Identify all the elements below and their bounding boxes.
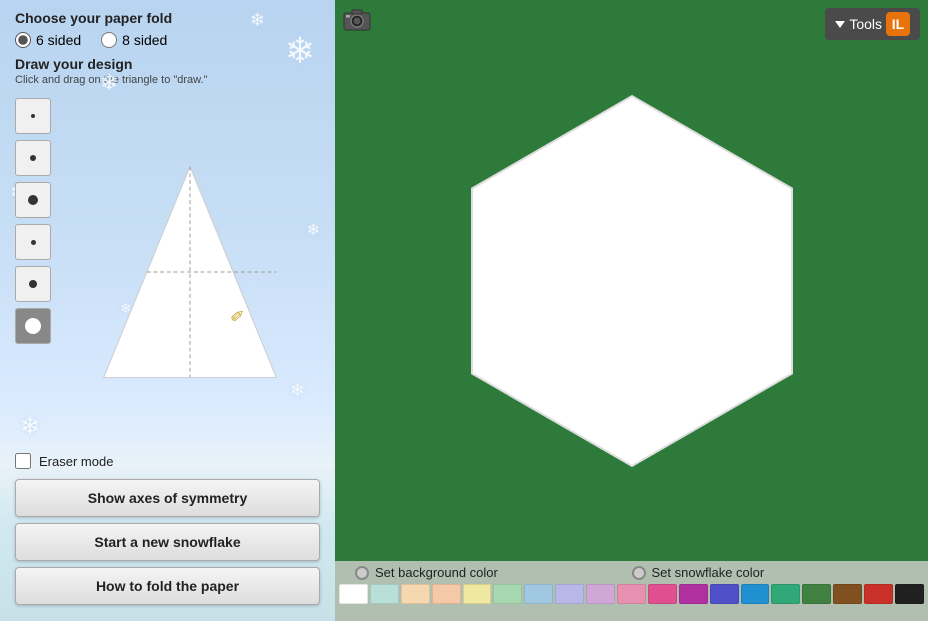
swatch-5[interactable] — [493, 584, 522, 604]
radio-8sided-label: 8 sided — [122, 32, 167, 48]
new-snowflake-button[interactable]: Start a new snowflake — [15, 523, 320, 561]
color-bar: Set background color Set snowflake color — [335, 561, 928, 621]
eraser-row: Eraser mode — [15, 453, 320, 469]
brush-dot-sm-dot — [31, 240, 36, 245]
swatch-12[interactable] — [710, 584, 739, 604]
snow-color-text: Set snowflake color — [652, 565, 765, 580]
color-labels: Set background color Set snowflake color — [335, 561, 928, 584]
swatch-15[interactable] — [802, 584, 831, 604]
swatch-2[interactable] — [401, 584, 430, 604]
swatch-0[interactable] — [339, 584, 368, 604]
tools-button[interactable]: Tools IL — [825, 8, 920, 40]
swatch-4[interactable] — [463, 584, 492, 604]
tools-label: Tools — [849, 16, 882, 32]
brush-xs-dot — [31, 114, 35, 118]
show-axes-button[interactable]: Show axes of symmetry — [15, 479, 320, 517]
snowflake-display — [335, 0, 928, 621]
swatch-14[interactable] — [771, 584, 800, 604]
swatch-17[interactable] — [864, 584, 893, 604]
eraser-checkbox[interactable] — [15, 453, 31, 469]
bg-color-text: Set background color — [375, 565, 498, 580]
brush-sizes — [15, 94, 51, 449]
triangle-canvas[interactable]: ✏ ✏ ✏ — [59, 94, 320, 449]
brush-dot-md[interactable] — [15, 266, 51, 302]
swatch-1[interactable] — [370, 584, 399, 604]
draw-title: Draw your design — [15, 56, 320, 72]
hexagon-snowflake-svg — [442, 71, 822, 491]
swatch-13[interactable] — [741, 584, 770, 604]
triangle-svg: ✏ ✏ ✏ — [90, 157, 290, 387]
tools-logo-icon: IL — [886, 12, 910, 36]
brush-dot-sm[interactable] — [15, 224, 51, 260]
brush-sm-dot — [30, 155, 36, 161]
brush-lg-dot — [25, 318, 41, 334]
swatch-11[interactable] — [679, 584, 708, 604]
left-panel: ❄ ❄ ❄ ❄ ❄ ❄ ❄ ❄ Choose your paper fold 6… — [0, 0, 335, 621]
brush-dot-md-dot — [29, 280, 37, 288]
eraser-label: Eraser mode — [39, 454, 113, 469]
draw-subtitle: Click and drag on the triangle to "draw.… — [15, 74, 320, 86]
swatch-6[interactable] — [524, 584, 553, 604]
fold-title: Choose your paper fold — [15, 10, 320, 26]
brush-lg[interactable] — [15, 308, 51, 344]
brush-md-dot — [28, 195, 38, 205]
draw-area: ✏ ✏ ✏ — [15, 94, 320, 449]
radio-6sided-input[interactable] — [15, 32, 31, 48]
swatch-9[interactable] — [617, 584, 646, 604]
brush-md[interactable] — [15, 182, 51, 218]
radio-8sided-input[interactable] — [101, 32, 117, 48]
snow-color-label[interactable]: Set snowflake color — [632, 565, 909, 580]
snow-color-radio[interactable] — [632, 566, 646, 580]
camera-icon[interactable] — [343, 8, 371, 37]
brush-sm[interactable] — [15, 140, 51, 176]
bg-color-radio[interactable] — [355, 566, 369, 580]
how-to-fold-button[interactable]: How to fold the paper — [15, 567, 320, 605]
swatch-8[interactable] — [586, 584, 615, 604]
bg-color-label[interactable]: Set background color — [355, 565, 632, 580]
swatch-10[interactable] — [648, 584, 677, 604]
swatch-18[interactable] — [895, 584, 924, 604]
tools-dropdown-icon — [835, 21, 845, 28]
brush-xs[interactable] — [15, 98, 51, 134]
fold-options: 6 sided 8 sided — [15, 32, 320, 48]
swatch-3[interactable] — [432, 584, 461, 604]
color-swatches — [335, 584, 928, 608]
right-panel: Tools IL Set background color Set snowfl… — [335, 0, 928, 621]
swatch-7[interactable] — [555, 584, 584, 604]
radio-6sided[interactable]: 6 sided — [15, 32, 81, 48]
swatch-16[interactable] — [833, 584, 862, 604]
radio-6sided-label: 6 sided — [36, 32, 81, 48]
radio-8sided[interactable]: 8 sided — [101, 32, 167, 48]
